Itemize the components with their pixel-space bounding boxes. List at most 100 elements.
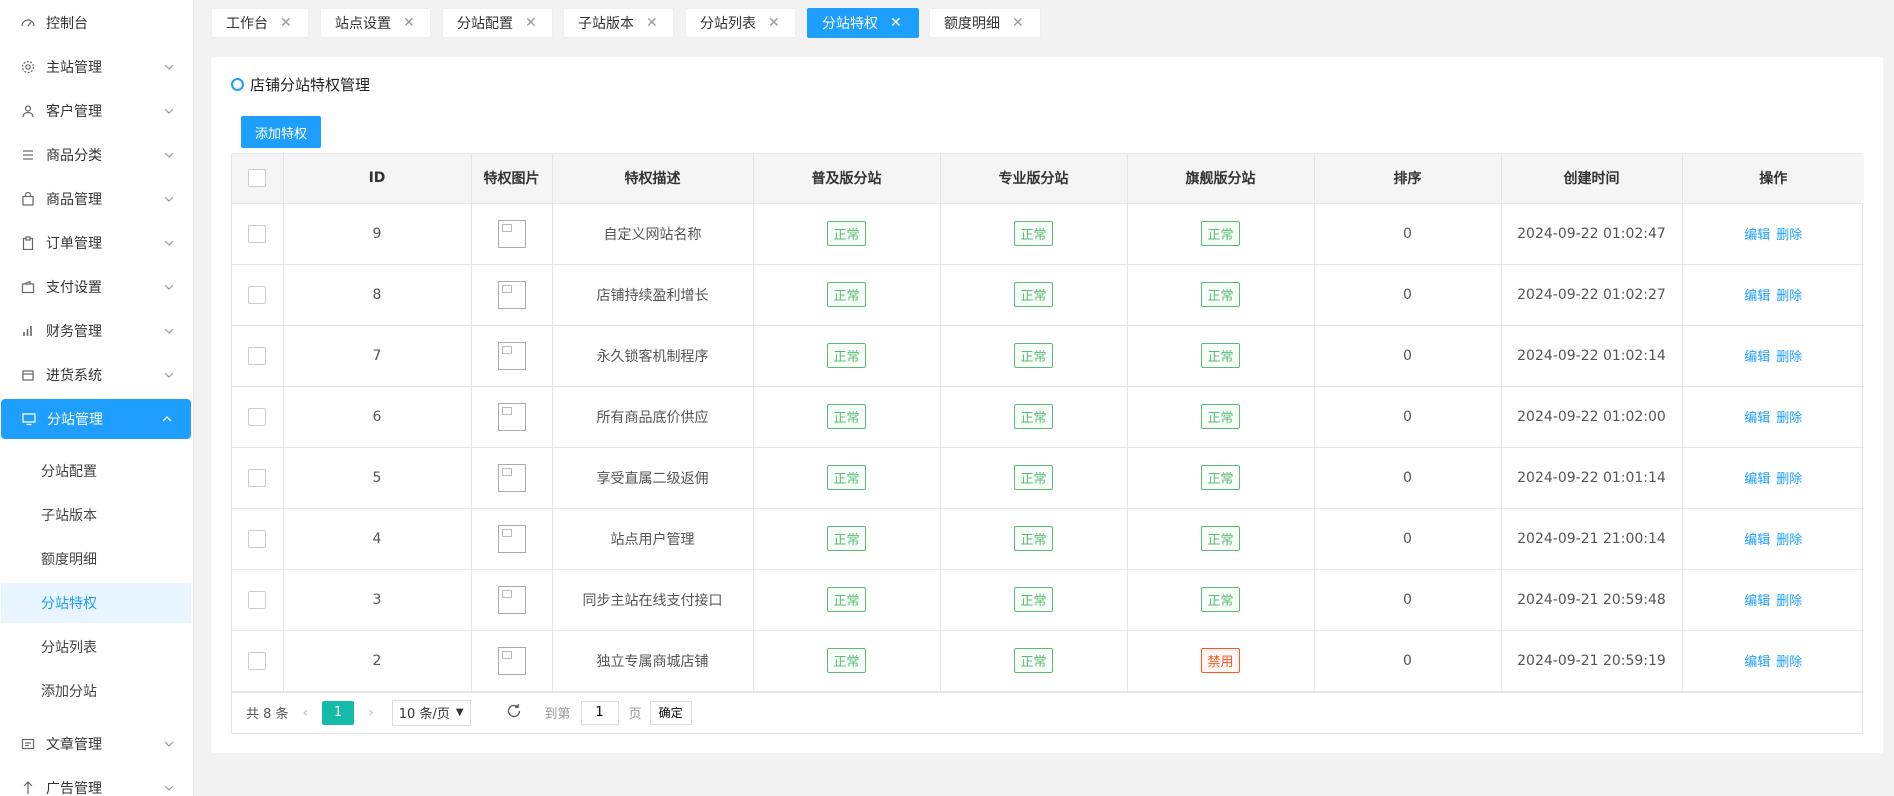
page-size-select[interactable]: 10 条/页 ▼ bbox=[391, 699, 471, 726]
close-icon[interactable]: ✕ bbox=[646, 15, 658, 31]
delete-link[interactable]: 删除 bbox=[1776, 289, 1802, 304]
edit-link[interactable]: 编辑 bbox=[1744, 350, 1770, 365]
cell-basic: 正常 bbox=[752, 568, 941, 631]
sidebar-item-orders[interactable]: 订单管理 bbox=[0, 223, 193, 263]
delete-link[interactable]: 删除 bbox=[1776, 472, 1802, 487]
sidebar-item-ads[interactable]: 广告管理 bbox=[0, 768, 193, 796]
sidebar-item-finance[interactable]: 财务管理 bbox=[0, 311, 193, 351]
delete-link[interactable]: 删除 bbox=[1776, 411, 1802, 426]
close-icon[interactable]: ✕ bbox=[768, 15, 780, 31]
sidebar-item-customers[interactable]: 客户管理 bbox=[0, 91, 193, 131]
sidebar-item-payment[interactable]: 支付设置 bbox=[0, 267, 193, 307]
sidebar-item-purchasing[interactable]: 进货系统 bbox=[0, 355, 193, 395]
status-badge: 禁用 bbox=[1201, 648, 1240, 673]
broken-image-icon bbox=[497, 524, 526, 553]
chevron-down-icon bbox=[164, 741, 174, 747]
cell-id: 7 bbox=[282, 324, 472, 387]
cell-sort: 0 bbox=[1313, 324, 1502, 387]
checkbox[interactable] bbox=[248, 285, 267, 304]
tab-substation-config[interactable]: 分站配置 ✕ bbox=[442, 8, 553, 38]
close-icon[interactable]: ✕ bbox=[1012, 15, 1024, 31]
pagination: 共 8 条 ‹ 1 › 10 条/页 ▼ 到第 页 确定 bbox=[232, 691, 1862, 733]
edit-link[interactable]: 编辑 bbox=[1744, 228, 1770, 243]
close-icon[interactable]: ✕ bbox=[280, 15, 292, 31]
tab-substation-version[interactable]: 子站版本 ✕ bbox=[563, 8, 674, 38]
delete-link[interactable]: 删除 bbox=[1776, 533, 1802, 548]
delete-link[interactable]: 删除 bbox=[1776, 655, 1802, 670]
header-select-all[interactable] bbox=[232, 154, 284, 204]
sidebar-subitem-substation-config[interactable]: 分站配置 bbox=[1, 451, 191, 491]
status-badge: 正常 bbox=[1201, 404, 1240, 429]
sidebar-subitem-quota-detail[interactable]: 额度明细 bbox=[1, 539, 191, 579]
close-icon[interactable]: ✕ bbox=[525, 15, 537, 31]
page-number-current[interactable]: 1 bbox=[322, 700, 355, 725]
edit-link[interactable]: 编辑 bbox=[1744, 411, 1770, 426]
cell-created: 2024-09-21 20:59:19 bbox=[1500, 629, 1683, 692]
sidebar-item-substation[interactable]: 分站管理 bbox=[1, 399, 191, 439]
checkbox[interactable] bbox=[248, 468, 267, 487]
sidebar-item-articles[interactable]: 文章管理 bbox=[0, 724, 193, 764]
tab-quota-detail[interactable]: 额度明细 ✕ bbox=[929, 8, 1041, 38]
cell-flagship: 正常 bbox=[1126, 324, 1315, 387]
chevron-down-icon bbox=[164, 240, 174, 246]
total-count: 共 8 条 bbox=[246, 707, 289, 722]
edit-link[interactable]: 编辑 bbox=[1744, 594, 1770, 609]
goto-label: 到第 bbox=[544, 707, 571, 722]
checkbox[interactable] bbox=[248, 407, 267, 426]
tab-substation-privilege[interactable]: 分站特权 ✕ bbox=[807, 8, 919, 38]
goto-confirm-button[interactable]: 确定 bbox=[649, 700, 692, 725]
status-badge: 正常 bbox=[827, 526, 866, 551]
header-cell: 普及版分站 bbox=[752, 154, 941, 204]
cell-image bbox=[470, 324, 553, 387]
sidebar-subitem-add-substation[interactable]: 添加分站 bbox=[1, 671, 191, 711]
checkbox[interactable] bbox=[248, 224, 267, 243]
cell-id: 3 bbox=[282, 568, 472, 631]
goto-page-input[interactable] bbox=[580, 700, 619, 725]
checkbox[interactable] bbox=[248, 346, 267, 365]
sidebar-item-label: 商品分类 bbox=[46, 148, 102, 164]
cell-image bbox=[470, 507, 553, 570]
row-select bbox=[232, 507, 284, 570]
tab-substation-list[interactable]: 分站列表 ✕ bbox=[685, 8, 796, 38]
delete-link[interactable]: 删除 bbox=[1776, 594, 1802, 609]
delete-link[interactable]: 删除 bbox=[1776, 228, 1802, 243]
checkbox[interactable] bbox=[248, 651, 267, 670]
checkbox[interactable] bbox=[248, 590, 267, 609]
refresh-icon[interactable] bbox=[505, 702, 523, 724]
sidebar-subitem-substation-version[interactable]: 子站版本 bbox=[1, 495, 191, 535]
status-badge: 正常 bbox=[1201, 465, 1240, 490]
sidebar-item-categories[interactable]: 商品分类 bbox=[0, 135, 193, 175]
cell-desc: 同步主站在线支付接口 bbox=[551, 568, 754, 631]
chevron-left-icon[interactable]: ‹ bbox=[303, 705, 309, 721]
edit-link[interactable]: 编辑 bbox=[1744, 533, 1770, 548]
add-privilege-button[interactable]: 添加特权 bbox=[241, 116, 321, 148]
status-badge: 正常 bbox=[1014, 221, 1053, 246]
sidebar-item-dashboard[interactable]: 控制台 bbox=[0, 3, 193, 43]
cell-basic: 正常 bbox=[752, 202, 941, 265]
close-icon[interactable]: ✕ bbox=[403, 15, 415, 31]
edit-link[interactable]: 编辑 bbox=[1744, 289, 1770, 304]
close-icon[interactable]: ✕ bbox=[890, 15, 902, 31]
status-badge: 正常 bbox=[1014, 465, 1053, 490]
sidebar-item-main-site[interactable]: 主站管理 bbox=[0, 47, 193, 87]
checkbox[interactable] bbox=[248, 169, 267, 188]
chevron-right-icon[interactable]: › bbox=[368, 705, 374, 721]
table-row: 2 独立专属商城店铺 正常 正常 禁用 0 2024-09-21 20:59:1… bbox=[232, 629, 1864, 692]
tab-label: 工作台 bbox=[226, 16, 268, 32]
edit-link[interactable]: 编辑 bbox=[1744, 655, 1770, 670]
cell-id: 9 bbox=[282, 202, 472, 265]
sidebar-item-products[interactable]: 商品管理 bbox=[0, 179, 193, 219]
sidebar-item-label: 控制台 bbox=[46, 16, 88, 32]
edit-link[interactable]: 编辑 bbox=[1744, 472, 1770, 487]
cart-icon bbox=[20, 367, 36, 383]
delete-link[interactable]: 删除 bbox=[1776, 350, 1802, 365]
cell-flagship: 正常 bbox=[1126, 263, 1315, 326]
sidebar-subitem-substation-privilege[interactable]: 分站特权 bbox=[1, 583, 191, 623]
checkbox[interactable] bbox=[248, 529, 267, 548]
sidebar-item-label: 分站管理 bbox=[47, 412, 103, 428]
sidebar: 控制台 主站管理 客户管理 商品分类 商品管理 订单管理 支付设置 财务管理 进… bbox=[0, 0, 194, 796]
cell-desc: 自定义网站名称 bbox=[551, 202, 754, 265]
sidebar-subitem-substation-list[interactable]: 分站列表 bbox=[1, 627, 191, 667]
tab-site-settings[interactable]: 站点设置 ✕ bbox=[320, 8, 431, 38]
tab-workbench[interactable]: 工作台 ✕ bbox=[211, 8, 309, 38]
